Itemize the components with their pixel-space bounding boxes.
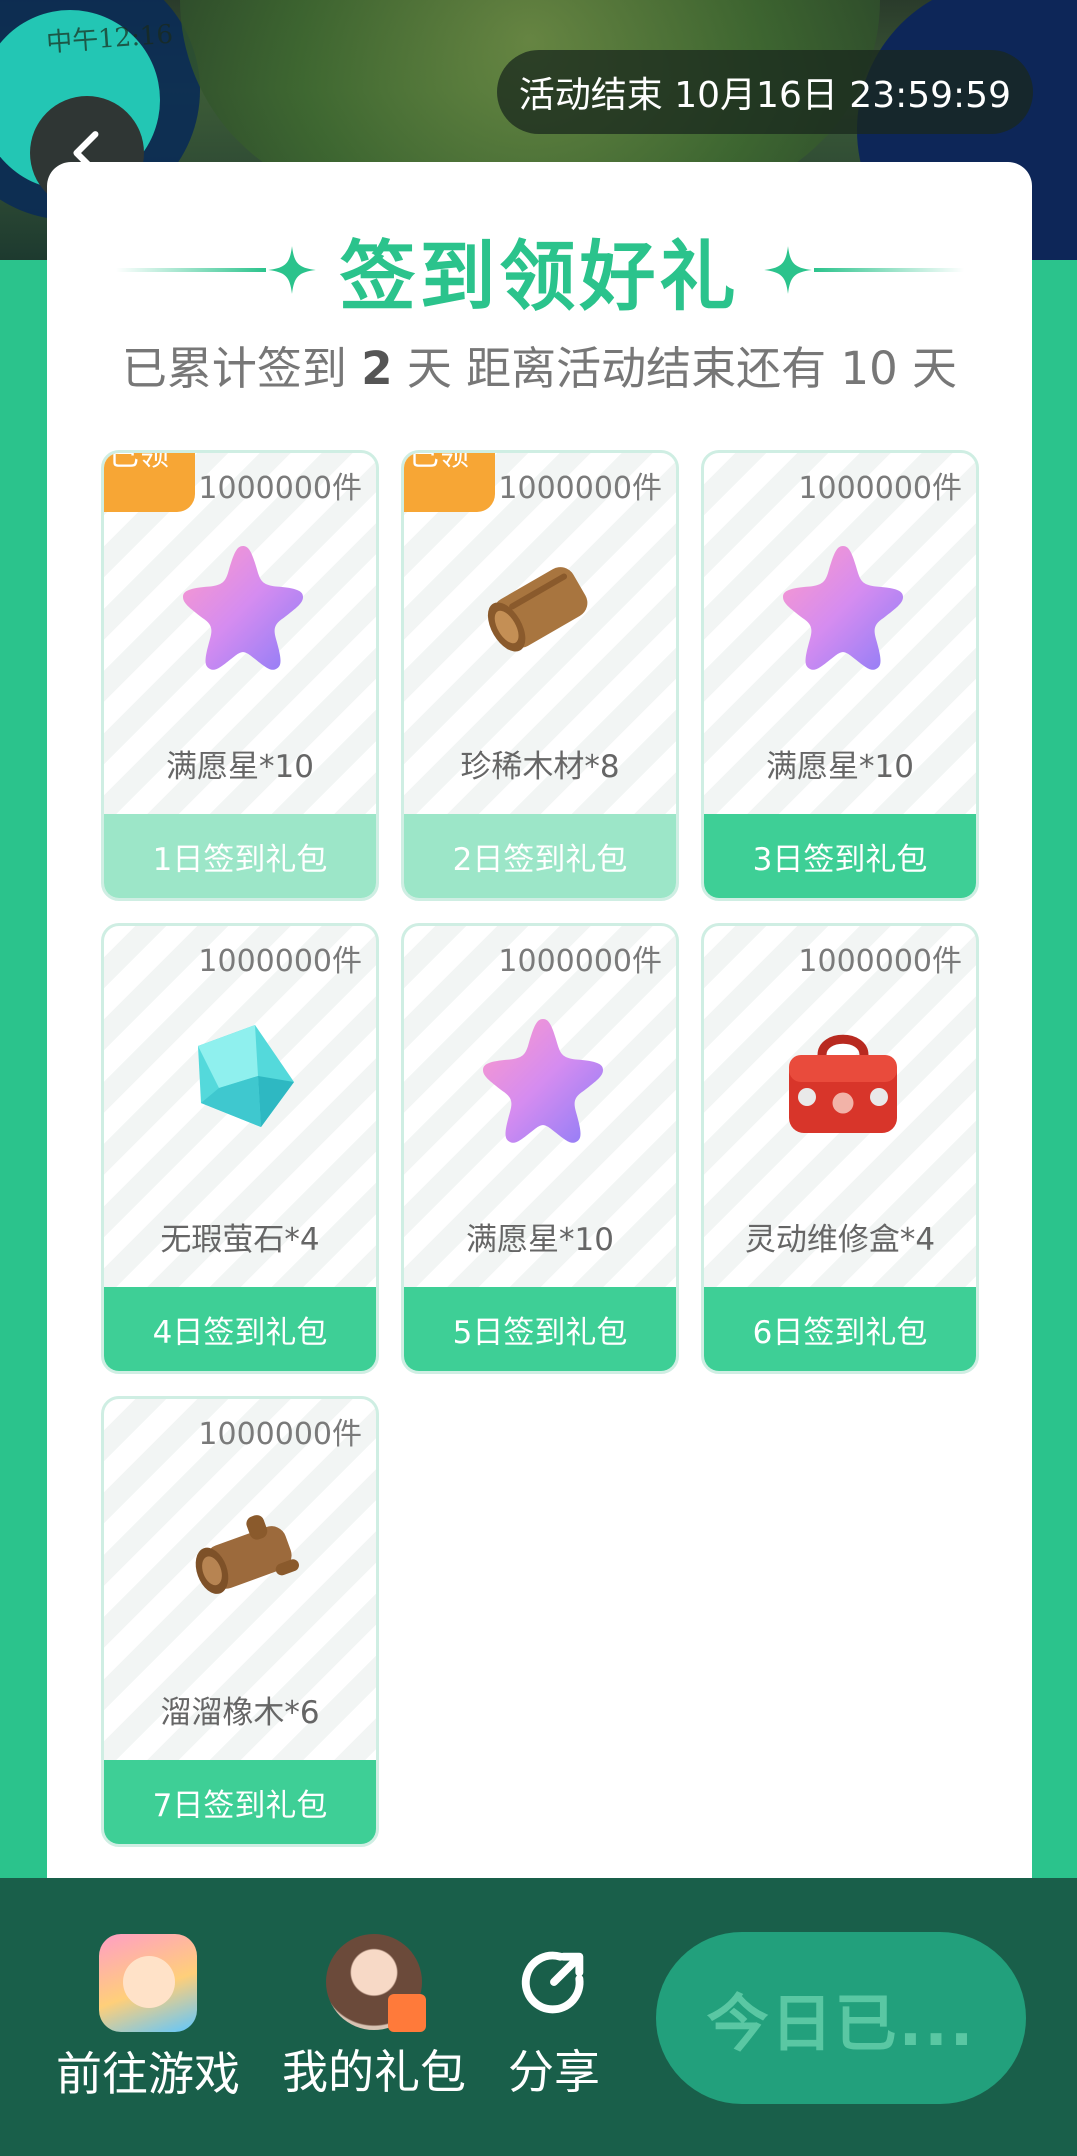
wish-star-icon [748, 531, 938, 681]
gift-day-label: 5日签到礼包 [404, 1287, 676, 1371]
goto-game-button[interactable]: 前往游戏 [56, 1934, 240, 2104]
gift-card[interactable]: 1000000件满愿星*10 5日签到礼包 [401, 923, 679, 1374]
title-decoration-right [762, 244, 964, 296]
gift-name: 满愿星*10 [766, 749, 914, 785]
gift-quantity: 1000000件 [798, 471, 962, 506]
avatar [326, 1934, 426, 2032]
title-decoration-left [115, 244, 318, 296]
sparkle-icon [763, 246, 812, 294]
share-button[interactable]: 分享 [506, 1934, 602, 2102]
game-app-icon [99, 1934, 197, 2032]
gift-grid: 已领 1000000件 满愿星*10 1日签到礼包 已领 1000000件 珍稀木材*8 2日… [101, 450, 981, 1847]
bottom-bar: 前往游戏 我的礼包 分享 今日已... [0, 1878, 1077, 2156]
gift-card[interactable]: 1000000件满愿星*10 3日签到礼包 [701, 450, 979, 901]
repair-box-icon [748, 1004, 938, 1154]
gift-icon [388, 1994, 426, 2032]
rare-wood-icon [448, 531, 638, 681]
wish-star-icon [448, 1004, 638, 1154]
gift-name: 满愿星*10 [166, 749, 314, 785]
gift-card[interactable]: 1000000件无瑕萤石*4 4日签到礼包 [101, 923, 379, 1374]
sign-in-progress: 已累计签到 2 天 距离活动结束还有 10 天 [121, 342, 958, 395]
signed-days-count: 2 [361, 342, 393, 395]
gift-day-label: 1日签到礼包 [104, 814, 376, 898]
my-gifts-button[interactable]: 我的礼包 [282, 1934, 466, 2102]
title-row: 签到领好礼 [47, 220, 1032, 321]
gift-name: 无瑕萤石*4 [160, 1222, 320, 1258]
today-signed-button[interactable]: 今日已... [656, 1932, 1026, 2104]
share-icon [506, 1934, 602, 2030]
gift-quantity: 1000000件 [498, 471, 662, 506]
gift-quantity: 1000000件 [198, 944, 362, 979]
gift-quantity: 1000000件 [798, 944, 962, 979]
gift-name: 溜溜橡木*6 [160, 1695, 320, 1731]
claimed-badge: 已领 [104, 453, 195, 512]
gift-name: 灵动维修盒*4 [744, 1222, 936, 1258]
gift-day-label: 3日签到礼包 [704, 814, 976, 898]
gift-card[interactable]: 1000000件灵动维修盒*4 6日签到礼包 [701, 923, 979, 1374]
gift-day-label: 4日签到礼包 [104, 1287, 376, 1371]
gift-day-label: 6日签到礼包 [704, 1287, 976, 1371]
gift-quantity: 1000000件 [498, 944, 662, 979]
gift-name: 满愿星*10 [466, 1222, 614, 1258]
sign-in-card: 签到领好礼 已累计签到 2 天 距离活动结束还有 10 天 已领 1000000件… [47, 162, 1032, 1882]
activity-end-time: 活动结束 10月16日 23:59:59 [496, 50, 1033, 134]
gift-quantity: 1000000件 [198, 1417, 362, 1452]
gift-card[interactable]: 已领 1000000件珍稀木材*8 2日签到礼包 [401, 450, 679, 901]
gift-day-label: 7日签到礼包 [104, 1760, 376, 1844]
gift-name: 珍稀木材*8 [460, 749, 620, 785]
page-title: 签到领好礼 [339, 232, 740, 321]
sparkle-icon [267, 246, 316, 294]
gift-card[interactable]: 已领 1000000件满愿星*10 1日签到礼包 [101, 450, 379, 901]
claimed-badge: 已领 [404, 453, 495, 512]
wish-star-icon [148, 531, 338, 681]
oak-log-icon [148, 1477, 338, 1627]
fluorite-gem-icon [148, 1004, 338, 1154]
gift-day-label: 2日签到礼包 [404, 814, 676, 898]
gift-card[interactable]: 1000000件溜溜橡木*6 7日签到礼包 [101, 1396, 379, 1847]
gift-quantity: 1000000件 [198, 471, 362, 506]
